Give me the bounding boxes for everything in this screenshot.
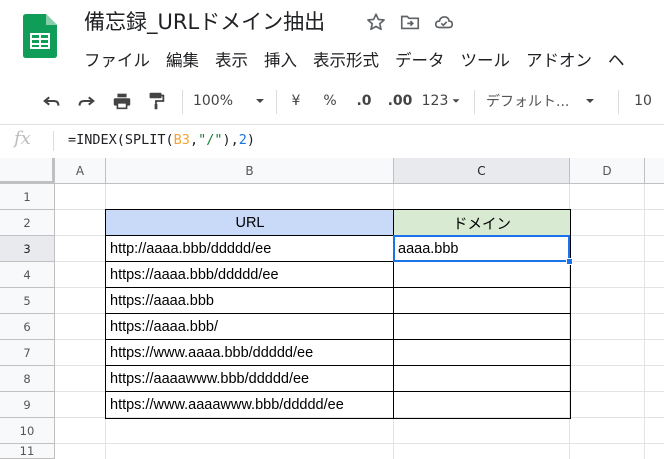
active-cell-selection: [393, 235, 570, 262]
menu-addons[interactable]: アドオン: [518, 44, 600, 74]
select-all-corner[interactable]: [0, 158, 55, 184]
move-to-folder-icon[interactable]: [398, 10, 422, 34]
zoom-select[interactable]: 100%: [192, 80, 268, 122]
currency-format-button[interactable]: ¥: [284, 80, 308, 122]
zoom-value: 100%: [192, 93, 234, 109]
row-header-1[interactable]: 1: [0, 184, 55, 210]
increase-decimal-button[interactable]: .00: [384, 80, 416, 122]
fx-icon: fx: [14, 128, 31, 149]
sheets-logo-icon[interactable]: [23, 14, 57, 58]
font-family-select[interactable]: デフォルト...: [486, 80, 608, 122]
menu-file[interactable]: ファイル: [76, 44, 158, 74]
row-header-4[interactable]: 4: [0, 262, 55, 288]
print-icon[interactable]: [108, 80, 136, 122]
row-header-6[interactable]: 6: [0, 314, 55, 340]
row-header-7[interactable]: 7: [0, 340, 55, 366]
row-header-5[interactable]: 5: [0, 288, 55, 314]
chevron-down-icon: [586, 99, 595, 103]
formula-bar: fx =INDEX(SPLIT(B3,"/"),2): [0, 124, 664, 157]
chevron-down-icon: [452, 99, 460, 103]
column-header-a[interactable]: A: [55, 158, 106, 184]
menu-insert[interactable]: 挿入: [256, 44, 305, 74]
percent-format-button[interactable]: %: [318, 80, 342, 122]
cloud-status-icon[interactable]: [432, 10, 456, 34]
spreadsheet-grid[interactable]: A B C D 1 2 3 4 5 6 7 8 9 10 11 URL ドメイン…: [0, 158, 664, 459]
row-header-2[interactable]: 2: [0, 210, 55, 236]
row-header-10[interactable]: 10: [0, 418, 55, 444]
document-title[interactable]: 備忘録_URLドメイン抽出: [84, 6, 325, 36]
menu-data[interactable]: データ: [387, 44, 453, 74]
menu-format[interactable]: 表示形式: [305, 44, 387, 74]
column-header-c[interactable]: C: [394, 158, 570, 184]
menu-view[interactable]: 表示: [207, 44, 256, 74]
menu-help[interactable]: ヘ: [600, 44, 633, 74]
font-size-select[interactable]: 10: [628, 80, 658, 122]
column-header-e[interactable]: [645, 158, 664, 184]
fill-handle[interactable]: [566, 258, 573, 265]
menu-edit[interactable]: 編集: [158, 44, 207, 74]
row-header-8[interactable]: 8: [0, 366, 55, 392]
menu-bar: ファイル 編集 表示 挿入 表示形式 データ ツール アドオン ヘ: [76, 44, 633, 74]
undo-icon[interactable]: [38, 80, 66, 122]
formula-input[interactable]: =INDEX(SPLIT(B3,"/"),2): [68, 132, 255, 148]
chevron-down-icon: [256, 99, 265, 103]
toolbar: 100% ¥ % .0 .00 123 デフォルト... 10: [0, 80, 664, 122]
star-icon[interactable]: [364, 10, 388, 34]
row-header-11[interactable]: 11: [0, 444, 55, 459]
paint-format-icon[interactable]: [142, 80, 170, 122]
column-header-d[interactable]: D: [570, 158, 645, 184]
number-format-select[interactable]: 123: [420, 80, 464, 122]
decrease-decimal-button[interactable]: .0: [350, 80, 378, 122]
redo-icon[interactable]: [72, 80, 100, 122]
menu-tools[interactable]: ツール: [453, 44, 519, 74]
row-header-9[interactable]: 9: [0, 392, 55, 418]
row-header-3[interactable]: 3: [0, 236, 55, 262]
column-header-b[interactable]: B: [106, 158, 394, 184]
